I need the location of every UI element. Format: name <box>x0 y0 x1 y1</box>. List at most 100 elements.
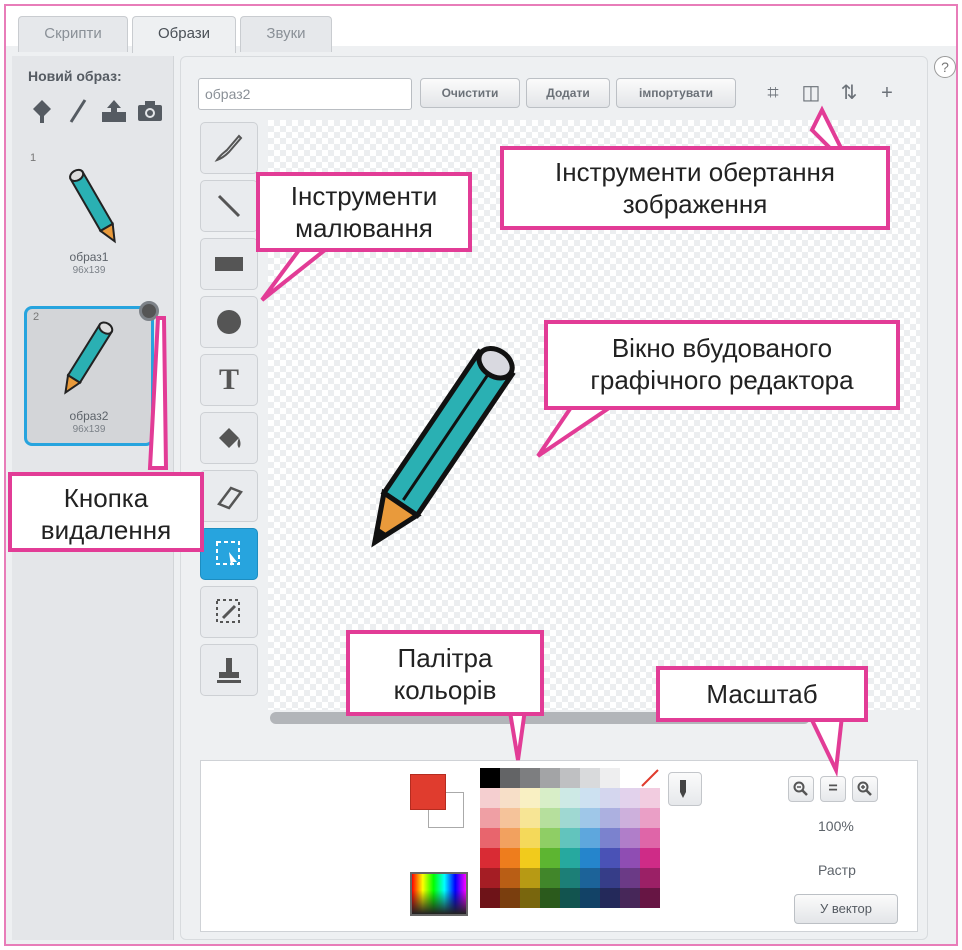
costume-thumb-1[interactable]: 1 образ1 96x139 <box>24 150 154 290</box>
palette-swatch[interactable] <box>640 808 660 828</box>
upload-icon[interactable] <box>98 96 130 126</box>
palette-swatch[interactable] <box>620 888 640 908</box>
paint-brush-icon[interactable] <box>62 96 94 126</box>
palette-swatch[interactable] <box>520 828 540 848</box>
palette-swatch[interactable] <box>520 788 540 808</box>
palette-swatch[interactable] <box>540 768 560 788</box>
palette-swatch[interactable] <box>560 848 580 868</box>
costume-name-input[interactable] <box>198 78 412 110</box>
palette-swatch[interactable] <box>500 768 520 788</box>
flip-vertical-icon[interactable]: ⇅ <box>834 78 864 108</box>
palette-swatch[interactable] <box>580 808 600 828</box>
palette-swatch[interactable] <box>500 828 520 848</box>
palette-swatch[interactable] <box>560 828 580 848</box>
color-spectrum-swatch[interactable] <box>410 872 468 916</box>
palette-swatch[interactable] <box>480 848 500 868</box>
palette-swatch[interactable] <box>540 828 560 848</box>
palette-swatch[interactable] <box>480 768 500 788</box>
palette-swatch[interactable] <box>580 788 600 808</box>
palette-swatch[interactable] <box>640 788 660 808</box>
eyedropper-button[interactable] <box>668 772 702 806</box>
costume-thumb-2[interactable]: 2 образ2 96x139 <box>24 301 159 446</box>
flip-horizontal-icon[interactable]: ◫ <box>796 78 826 108</box>
palette-swatch[interactable] <box>500 868 520 888</box>
select-tool[interactable] <box>200 528 258 580</box>
palette-swatch[interactable] <box>500 888 520 908</box>
tab-costumes[interactable]: Образи <box>132 16 236 53</box>
crop-icon[interactable]: ⌗ <box>758 78 788 108</box>
palette-swatch[interactable] <box>600 868 620 888</box>
brush-tool[interactable] <box>200 122 258 174</box>
palette-swatch[interactable] <box>600 808 620 828</box>
fill-tool[interactable] <box>200 412 258 464</box>
palette-swatch[interactable] <box>580 848 600 868</box>
select-remove-background-tool[interactable] <box>200 586 258 638</box>
palette-swatch[interactable] <box>500 788 520 808</box>
palette-swatch[interactable] <box>640 828 660 848</box>
palette-swatch[interactable] <box>620 788 640 808</box>
palette-swatch[interactable] <box>640 868 660 888</box>
palette-swatch[interactable] <box>480 788 500 808</box>
palette-swatch[interactable] <box>500 848 520 868</box>
palette-swatch[interactable] <box>560 868 580 888</box>
palette-swatch[interactable] <box>580 868 600 888</box>
zoom-reset-button[interactable]: = <box>820 776 846 802</box>
palette-swatch[interactable] <box>500 808 520 828</box>
library-icon[interactable] <box>26 96 58 126</box>
palette-swatch[interactable] <box>560 808 580 828</box>
palette-swatch[interactable] <box>620 828 640 848</box>
delete-costume-button[interactable] <box>139 301 159 321</box>
palette-swatch[interactable] <box>580 768 600 788</box>
palette-swatch[interactable] <box>560 788 580 808</box>
ellipse-tool[interactable] <box>200 296 258 348</box>
palette-swatch[interactable] <box>520 868 540 888</box>
palette-swatch[interactable] <box>520 848 540 868</box>
palette-swatch[interactable] <box>480 868 500 888</box>
import-button[interactable]: імпортувати <box>616 78 736 108</box>
palette-swatch[interactable] <box>600 848 620 868</box>
zoom-in-button[interactable] <box>852 776 878 802</box>
zoom-out-button[interactable] <box>788 776 814 802</box>
palette-swatch[interactable] <box>540 848 560 868</box>
clear-button[interactable]: Очистити <box>420 78 520 108</box>
palette-swatch[interactable] <box>540 808 560 828</box>
convert-to-vector-button[interactable]: У вектор <box>794 894 898 924</box>
palette-swatch[interactable] <box>480 888 500 908</box>
costume-index: 1 <box>30 152 37 164</box>
primary-color-swatch[interactable] <box>410 774 446 810</box>
no-color-swatch[interactable] <box>640 768 660 788</box>
palette-swatch[interactable] <box>620 848 640 868</box>
palette-swatch[interactable] <box>640 848 660 868</box>
palette-swatch[interactable] <box>540 888 560 908</box>
palette-swatch[interactable] <box>640 888 660 908</box>
palette-swatch[interactable] <box>520 888 540 908</box>
palette-swatch[interactable] <box>540 788 560 808</box>
palette-swatch[interactable] <box>520 768 540 788</box>
rectangle-tool[interactable] <box>200 238 258 290</box>
eraser-tool[interactable] <box>200 470 258 522</box>
palette-swatch[interactable] <box>620 768 640 788</box>
palette-swatch[interactable] <box>540 868 560 888</box>
palette-swatch[interactable] <box>580 888 600 908</box>
palette-swatch[interactable] <box>560 768 580 788</box>
palette-swatch[interactable] <box>520 808 540 828</box>
palette-swatch[interactable] <box>600 788 620 808</box>
palette-swatch[interactable] <box>620 808 640 828</box>
text-tool[interactable]: T <box>200 354 258 406</box>
palette-swatch[interactable] <box>560 888 580 908</box>
palette-swatch[interactable] <box>620 868 640 888</box>
add-button[interactable]: Додати <box>526 78 610 108</box>
camera-icon[interactable] <box>134 96 166 126</box>
tab-scripts[interactable]: Скрипти <box>18 16 128 52</box>
palette-swatch[interactable] <box>600 828 620 848</box>
set-center-icon[interactable]: + <box>872 78 902 108</box>
line-tool[interactable] <box>200 180 258 232</box>
palette-swatch[interactable] <box>580 828 600 848</box>
palette-swatch[interactable] <box>480 828 500 848</box>
palette-swatch[interactable] <box>600 888 620 908</box>
tab-sounds[interactable]: Звуки <box>240 16 332 52</box>
help-icon[interactable]: ? <box>934 56 956 78</box>
palette-swatch[interactable] <box>480 808 500 828</box>
palette-swatch[interactable] <box>600 768 620 788</box>
stamp-tool[interactable] <box>200 644 258 696</box>
